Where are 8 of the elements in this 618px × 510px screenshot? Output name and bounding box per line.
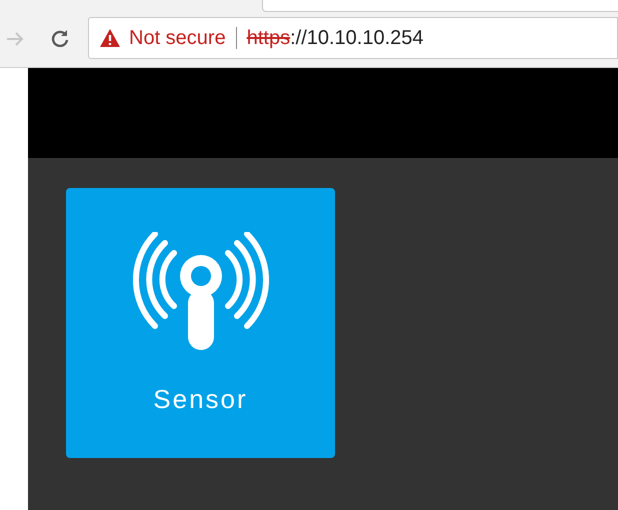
address-bar[interactable]: Not secure https://10.10.10.254 xyxy=(88,17,618,59)
security-label: Not secure xyxy=(129,26,226,51)
warning-icon xyxy=(99,28,121,48)
reload-icon[interactable] xyxy=(51,29,69,47)
url-scheme: https xyxy=(246,26,290,51)
forward-icon[interactable] xyxy=(6,31,24,47)
url-text: ://10.10.10.254 xyxy=(290,26,424,51)
antenna-icon xyxy=(132,232,268,352)
